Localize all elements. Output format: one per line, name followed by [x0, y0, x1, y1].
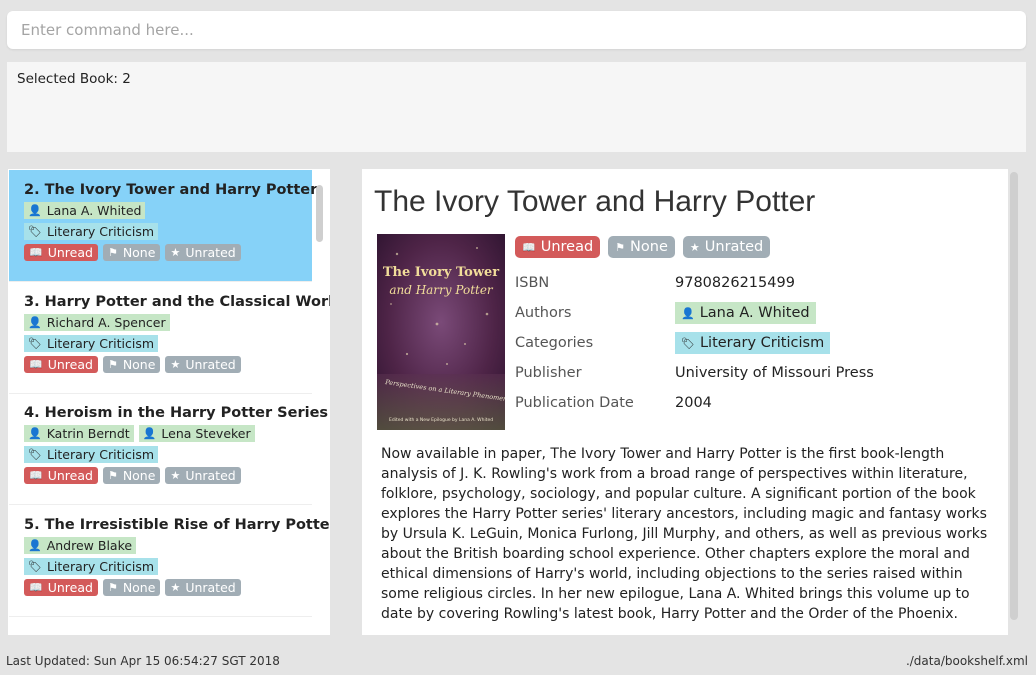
book-card-title: 4. Heroism in the Harry Potter Series: [24, 405, 329, 421]
star-icon: ★: [170, 246, 181, 259]
detail-scrollbar[interactable]: [1010, 172, 1018, 620]
star-icon: ★: [170, 358, 181, 371]
publisher-row: Publisher University of Missouri Press: [515, 358, 874, 388]
book-icon: 📖: [29, 246, 43, 259]
detail-status-badge: 📖 Unread: [515, 236, 601, 258]
cover-title-line2: and Harry Potter: [389, 283, 494, 297]
status-badge: 📖 Unread: [24, 579, 98, 596]
person-icon: 👤: [28, 427, 42, 440]
tag-icon: 🏷: [28, 448, 42, 461]
status-badge: 📖 Unread: [24, 244, 98, 261]
cover-note: Edited with a New Epilogue by Lana A. Wh…: [389, 417, 493, 423]
result-text: Selected Book: 2: [17, 71, 131, 87]
priority-badge: ⚑ None: [102, 467, 161, 484]
priority-badge: ⚑ None: [102, 579, 161, 596]
rating-badge: ★ Unrated: [165, 579, 241, 596]
status-badge: 📖 Unread: [24, 467, 98, 484]
pubdate-row: Publication Date 2004: [515, 388, 874, 418]
person-icon: 👤: [28, 539, 42, 552]
flag-icon: ⚑: [107, 469, 118, 482]
book-icon: 📖: [29, 581, 43, 594]
detail-rating-badge: ★ Unrated: [682, 236, 771, 258]
category-tag: 🏷 Literary Criticism: [24, 335, 159, 352]
author-tag: 👤 Richard A. Spencer: [24, 314, 170, 331]
rating-badge: ★ Unrated: [165, 244, 241, 261]
author-tag: 👤 Andrew Blake: [24, 537, 137, 554]
detail-properties: ISBN 9780826215499 Authors 👤 Lana A. Whit…: [515, 268, 874, 418]
tag-icon: 🏷: [28, 337, 42, 350]
detail-author-tag: 👤 Lana A. Whited: [675, 302, 816, 324]
command-box[interactable]: [7, 11, 1026, 49]
person-icon: 👤: [28, 204, 42, 217]
categories-row: Categories 🏷 Literary Criticism: [515, 328, 874, 358]
book-card[interactable]: 5. The Irresistible Rise of Harry Potter…: [9, 505, 330, 617]
pubdate-value: 2004: [675, 395, 712, 411]
category-tag: 🏷 Literary Criticism: [24, 446, 159, 463]
publisher-value: University of Missouri Press: [675, 365, 874, 381]
book-card[interactable]: 3. Harry Potter and the Classical World …: [9, 282, 330, 394]
detail-title: The Ivory Tower and Harry Potter: [374, 185, 816, 218]
detail-category-tag: 🏷 Literary Criticism: [675, 332, 831, 354]
last-updated-text: Last Updated: Sun Apr 15 06:54:27 SGT 20…: [6, 654, 280, 668]
detail-tags: 📖 Unread ⚑ None ★ Unrated: [515, 236, 771, 258]
rating-badge: ★ Unrated: [165, 356, 241, 373]
authors-label: Authors: [515, 305, 572, 321]
list-scrollbar[interactable]: [316, 185, 323, 242]
status-bar: Last Updated: Sun Apr 15 06:54:27 SGT 20…: [0, 645, 1036, 675]
category-tag: 🏷 Literary Criticism: [24, 558, 159, 575]
star-icon: ★: [170, 581, 181, 594]
person-icon: 👤: [28, 316, 42, 329]
book-description: Now available in paper, The Ivory Tower …: [381, 446, 988, 622]
rating-badge: ★ Unrated: [165, 467, 241, 484]
book-card-title: 3. Harry Potter and the Classical World: [24, 294, 330, 310]
detail-priority-badge: ⚑ None: [608, 236, 675, 258]
book-icon: 📖: [522, 240, 536, 254]
flag-icon: ⚑: [107, 358, 118, 371]
tag-icon: 🏷: [28, 225, 42, 238]
book-card[interactable]: 4. Heroism in the Harry Potter Series 👤 K…: [9, 393, 329, 505]
status-badge: 📖 Unread: [24, 356, 98, 373]
author-tag: 👤 Lana A. Whited: [24, 202, 146, 219]
command-input[interactable]: [7, 11, 1026, 49]
book-icon: 📖: [29, 358, 43, 371]
cover-title-line1: The Ivory Tower: [383, 265, 499, 280]
category-tag: 🏷 Literary Criticism: [24, 223, 159, 240]
pubdate-label: Publication Date: [515, 395, 634, 411]
book-detail-panel: The Ivory Tower and Harry Potter The Ivo…: [362, 169, 1008, 635]
star-icon: ★: [689, 240, 700, 254]
person-icon: 👤: [142, 427, 157, 440]
isbn-value: 9780826215499: [675, 275, 795, 291]
isbn-row: ISBN 9780826215499: [515, 268, 874, 298]
priority-badge: ⚑ None: [102, 356, 161, 373]
flag-icon: ⚑: [107, 581, 118, 594]
book-cover-image: The Ivory Tower and Harry Potter Perspec…: [377, 234, 505, 430]
categories-label: Categories: [515, 335, 594, 351]
book-list[interactable]: 2. The Ivory Tower and Harry Potter 👤 Lan…: [8, 169, 330, 635]
flag-icon: ⚑: [615, 240, 626, 254]
tag-icon: 🏷: [681, 336, 695, 350]
book-card-title: 2. The Ivory Tower and Harry Potter: [24, 182, 318, 198]
authors-row: Authors 👤 Lana A. Whited: [515, 298, 874, 328]
star-icon: ★: [170, 469, 181, 482]
book-card-title: 5. The Irresistible Rise of Harry Potter: [24, 517, 330, 533]
file-path-text: ./data/bookshelf.xml: [905, 654, 1028, 668]
isbn-label: ISBN: [515, 275, 550, 291]
book-card[interactable]: 2. The Ivory Tower and Harry Potter 👤 Lan…: [9, 170, 318, 282]
person-icon: 👤: [681, 306, 695, 320]
author-tag: 👤 Katrin Berndt: [24, 425, 134, 442]
priority-badge: ⚑ None: [102, 244, 161, 261]
tag-icon: 🏷: [28, 560, 42, 573]
result-display: Selected Book: 2: [7, 62, 1026, 152]
author-tag: 👤 Lena Steveker: [138, 425, 255, 442]
flag-icon: ⚑: [107, 246, 118, 259]
publisher-label: Publisher: [515, 365, 582, 381]
book-icon: 📖: [29, 469, 43, 482]
